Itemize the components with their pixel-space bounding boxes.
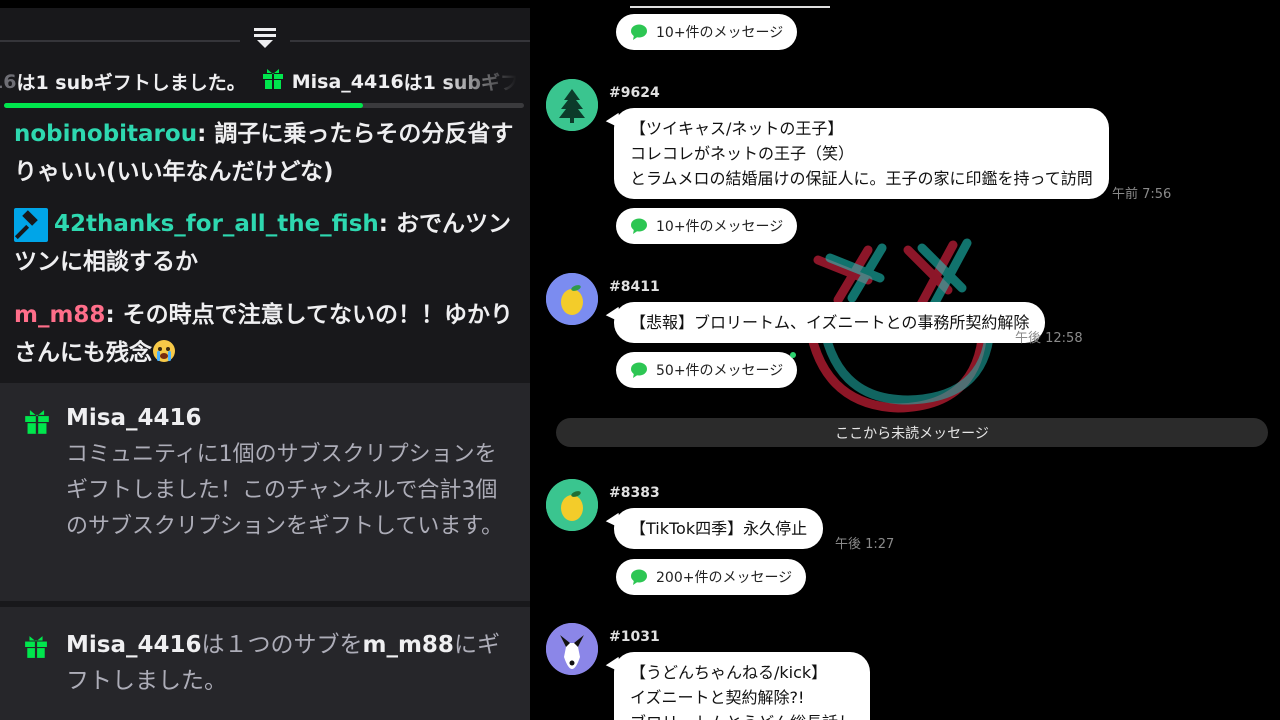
avatar[interactable] <box>546 479 598 531</box>
ticker-fade <box>440 60 530 100</box>
message-time: 午後 12:58 <box>1015 331 1083 346</box>
pill-label: 200+件のメッセージ <box>656 570 793 586</box>
lemon-icon <box>546 273 598 325</box>
top-divider <box>630 6 830 8</box>
pill-label: 10+件のメッセージ <box>656 219 784 235</box>
chat-bubble-icon <box>631 218 647 234</box>
gift-icon <box>24 409 50 439</box>
chat-bubble-icon <box>631 569 647 585</box>
gift-ticker[interactable]: 16は1 subギフトしました。 Misa_4416は1 subギフト <box>0 60 530 100</box>
bubble-line: 【悲報】ブロリートム、イズニートとの事務所契約解除 <box>630 313 1030 332</box>
gift-icon <box>24 635 48 663</box>
message-count-pill[interactable]: 10+件のメッセージ <box>616 14 798 50</box>
ticker-item: 16は1 subギフトしました。 <box>0 68 246 95</box>
message-count-pill[interactable]: 10+件のメッセージ <box>616 208 798 244</box>
avatar[interactable] <box>546 79 598 131</box>
room-id: #1031 <box>609 629 660 645</box>
tree-icon <box>546 79 598 131</box>
avatar[interactable] <box>546 623 598 675</box>
divider-right <box>290 40 530 42</box>
message-bubble[interactable]: 【うどんちゃんねる/kick】 イズニートと契約解除?! ブロリートムとうどん総… <box>614 652 871 720</box>
bubble-line: コレコレがネットの王子（笑） <box>630 144 855 163</box>
room-id: #8411 <box>609 279 660 295</box>
lemon-icon <box>546 479 598 531</box>
notice-body: Misa_4416は１つのサブをm_m88にギフトしました。 <box>66 627 506 699</box>
room-id: #8383 <box>609 485 660 501</box>
moderator-badge-icon <box>14 207 48 242</box>
bubble-line: とラムメロの結婚届けの保証人に。王子の家に印鑑を持って訪問 <box>630 169 1093 188</box>
chat-username[interactable]: m_m88 <box>14 302 105 328</box>
bubble-line: イズニートと契約解除?! <box>630 688 805 707</box>
unread-divider: ここから未読メッセージ <box>556 418 1268 447</box>
ticker-progress-bar <box>4 103 524 108</box>
stream-chat-panel: 16は1 subギフトしました。 Misa_4416は1 subギフト nobi… <box>0 0 530 720</box>
chat-message: 42thanks_for_all_the_fish: おでんツンツンに相談するか <box>14 205 514 281</box>
chat-username[interactable]: 42thanks_for_all_the_fish <box>54 211 379 237</box>
gift-icon <box>262 68 284 95</box>
bubble-line: ブロリートムとうどん総長話し <box>630 710 854 720</box>
notice-username[interactable]: Misa_4416 <box>66 405 202 431</box>
notice-recipient[interactable]: m_m88 <box>363 632 454 658</box>
chat-message: nobinobitarou: 調子に乗ったらその分反省すりゃいい(いい年なんだけ… <box>14 121 514 185</box>
message-bubble[interactable]: 【TikTok四季】永久停止 <box>614 508 824 549</box>
message-time: 午後 1:27 <box>835 537 895 552</box>
room-id: #9624 <box>609 85 660 101</box>
dog-icon <box>546 623 598 675</box>
bubble-line: 【うどんちゃんねる/kick】 <box>630 663 828 682</box>
line-chat-panel: 10+件のメッセージ #9624 【ツイキャス/ネットの王子】 コレコレがネット… <box>530 0 1280 720</box>
unread-label: ここから未読メッセージ <box>835 425 989 442</box>
message-bubble[interactable]: 【悲報】ブロリートム、イズニートとの事務所契約解除 <box>614 302 1046 343</box>
sub-gift-notice: Misa_4416 コミュニティに1個のサブスクリプションをギフトしました！この… <box>0 383 530 601</box>
notice-text: は１つのサブを <box>201 632 363 658</box>
chat-message: m_m88: その時点で注意してないの！！ゆかりさんにも残念 <box>14 302 513 366</box>
top-strip <box>0 0 530 8</box>
message-bubble[interactable]: 【ツイキャス/ネットの王子】 コレコレがネットの王子（笑） とラムメロの結婚届け… <box>614 108 1109 199</box>
divider-left <box>0 40 240 42</box>
bubble-line: 【ツイキャス/ネットの王子】 <box>630 119 844 138</box>
avatar[interactable] <box>546 273 598 325</box>
notice-body: コミュニティに1個のサブスクリプションをギフトしました！このチャンネルで合計3個… <box>66 442 504 539</box>
chat-bubble-icon <box>631 362 647 378</box>
chat-bubble-icon <box>631 24 647 40</box>
message-count-pill[interactable]: 50+件のメッセージ <box>616 352 798 388</box>
progress-fill <box>4 103 363 108</box>
sub-gift-notice: Misa_4416は１つのサブをm_m88にギフトしました。 <box>0 607 530 720</box>
status-dot <box>790 352 796 358</box>
ticker-user: 16 <box>0 70 17 93</box>
pill-label: 50+件のメッセージ <box>656 363 784 379</box>
message-time: 午前 7:56 <box>1112 187 1172 202</box>
crying-face-emoji-icon <box>152 337 176 362</box>
ticker-text: は1 subギフトしました。 <box>16 72 246 94</box>
bubble-line: 【TikTok四季】永久停止 <box>630 519 808 538</box>
ticker-user: Misa_4416 <box>291 70 404 93</box>
chat-username[interactable]: nobinobitarou <box>14 121 197 147</box>
collapse-icon[interactable] <box>251 24 279 52</box>
message-count-pill[interactable]: 200+件のメッセージ <box>616 559 807 595</box>
notice-gifter[interactable]: Misa_4416 <box>66 632 202 658</box>
collapse-row <box>0 8 530 60</box>
pill-label: 10+件のメッセージ <box>656 25 784 41</box>
